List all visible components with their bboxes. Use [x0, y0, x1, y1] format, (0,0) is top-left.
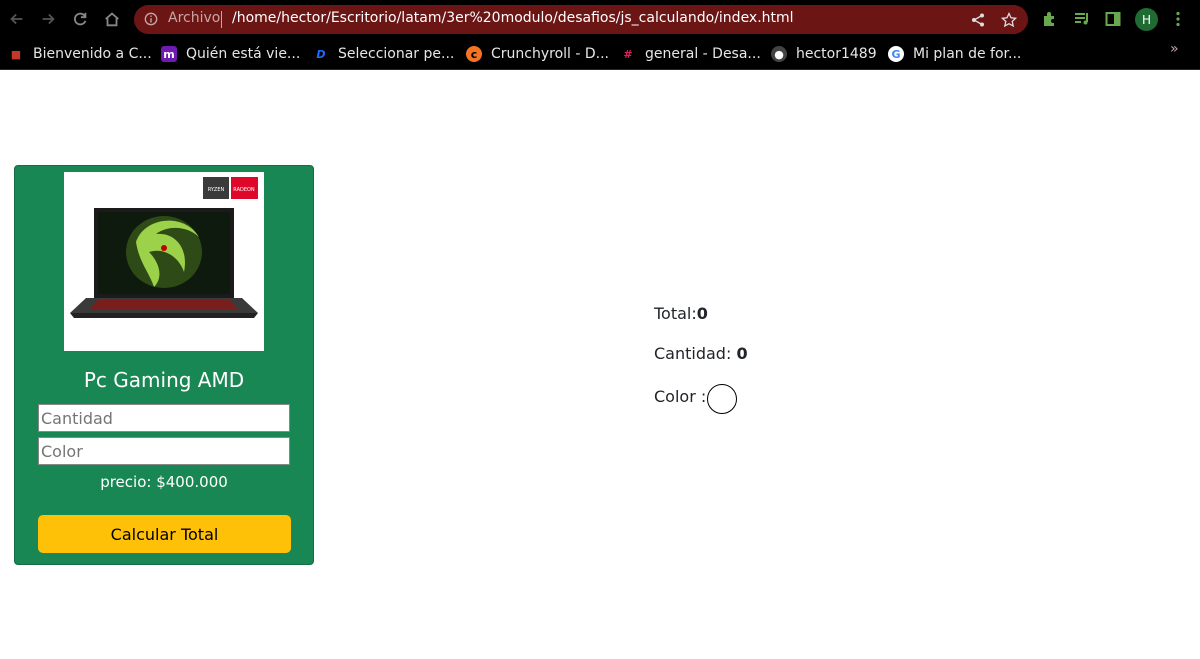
bookmark-item[interactable]: c Crunchyroll - D... — [466, 43, 609, 65]
back-button[interactable] — [6, 8, 28, 30]
url-text[interactable]: /home/hector/Escritorio/latam/3er%20modu… — [232, 10, 794, 26]
omnibox-divider — [221, 11, 222, 28]
slack-icon: # — [623, 47, 633, 61]
color-input[interactable] — [38, 437, 290, 465]
quantity-row: Cantidad: 0 — [654, 344, 748, 363]
bookmark-label: Quién está vie... — [186, 46, 301, 62]
color-label: Color : — [654, 386, 707, 406]
bookmark-item[interactable]: G Mi plan de for... — [888, 43, 1021, 65]
laptop-image: RYZEN RADEON — [64, 172, 264, 351]
crunchyroll-icon: c — [466, 46, 482, 62]
arrow-right-icon — [42, 13, 55, 25]
side-panel-icon[interactable] — [1103, 9, 1123, 29]
bookmark-label: general - Desa... — [645, 46, 761, 62]
arrow-left-icon — [10, 13, 23, 25]
bookmark-item[interactable]: m Quién está vie... — [161, 43, 300, 65]
color-row: Color : — [654, 378, 738, 414]
ryzen-badge-text: RYZEN — [208, 187, 225, 193]
bookmarks-bar: ■ Bienvenido a C... m Quién está vie... … — [0, 38, 1200, 70]
bookmark-label: Mi plan de for... — [913, 46, 1022, 62]
media-queue-icon[interactable] — [1072, 9, 1092, 29]
profile-avatar[interactable]: H — [1135, 8, 1158, 31]
bookmark-label: Crunchyroll - D... — [491, 46, 610, 62]
color-swatch — [707, 384, 738, 414]
quantity-value: 0 — [736, 344, 748, 363]
product-title: Pc Gaming AMD — [83, 368, 245, 392]
extensions-icon[interactable] — [1040, 9, 1060, 29]
address-bar[interactable]: Archivo /home/hector/Escritorio/latam/3e… — [134, 5, 1028, 34]
quantity-label: Cantidad: — [654, 344, 737, 363]
product-price: precio: $400.000 — [100, 473, 228, 491]
share-icon[interactable] — [969, 11, 987, 29]
security-label: Archivo — [168, 10, 221, 26]
total-row: Total: 0 — [654, 304, 708, 323]
bookmark-item[interactable]: D Seleccionar pe... — [313, 43, 454, 65]
bookmark-label: Bienvenido a C... — [33, 46, 152, 62]
calculate-total-button[interactable]: Calcular Total — [38, 515, 291, 553]
forward-button[interactable] — [37, 8, 59, 30]
more-bookmarks-button[interactable]: » — [1170, 41, 1179, 57]
total-label: Total: — [654, 304, 697, 323]
menu-kebab-icon[interactable] — [1168, 9, 1188, 29]
product-card: RYZEN RADEON Pc Gaming AMD precio: $400.… — [14, 165, 314, 565]
reload-icon — [74, 12, 87, 26]
total-value: 0 — [696, 304, 708, 323]
reload-button[interactable] — [69, 8, 91, 30]
home-icon — [105, 12, 119, 27]
bookmark-label: Seleccionar pe... — [338, 46, 455, 62]
red-bookmark-icon: ■ — [10, 47, 22, 61]
m-logo-icon: m — [161, 46, 177, 62]
bookmark-item[interactable]: # general - Desa... — [620, 43, 761, 65]
radeon-badge-text: RADEON — [233, 187, 255, 193]
quantity-input[interactable] — [38, 404, 290, 432]
google-icon: G — [888, 46, 904, 62]
bookmark-item[interactable]: ■ Bienvenido a C... — [8, 43, 152, 65]
disney-logo-icon: D — [316, 47, 326, 61]
bookmark-item[interactable]: ● hector1489 — [771, 43, 877, 65]
home-button[interactable] — [101, 8, 123, 30]
github-icon: ● — [771, 46, 787, 62]
bookmark-label: hector1489 — [796, 46, 877, 62]
info-icon[interactable] — [144, 12, 158, 26]
browser-toolbar: Archivo /home/hector/Escritorio/latam/3e… — [0, 0, 1200, 38]
bookmark-star-icon[interactable] — [1000, 11, 1018, 29]
